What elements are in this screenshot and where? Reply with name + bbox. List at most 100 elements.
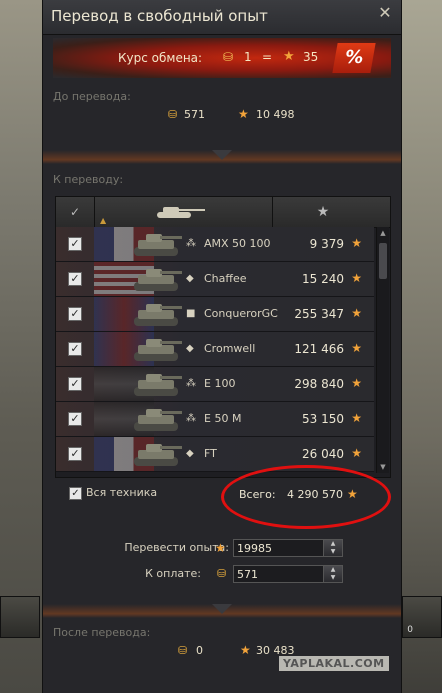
to-transfer-label: К переводу: — [53, 173, 124, 186]
vehicle-class-icon: ◆ — [186, 273, 194, 284]
vehicle-xp: 121 466 — [294, 342, 344, 356]
section-divider — [43, 150, 401, 164]
before-transfer-label: До перевода: — [53, 90, 131, 103]
watermark: YAPLAKAL.COM — [279, 656, 389, 671]
table-scrollbar[interactable]: ▲ ▼ — [376, 227, 389, 473]
gold-icon: ⛁ — [223, 50, 234, 64]
vehicle-xp: 298 840 — [294, 377, 344, 391]
free-xp-icon: ★ — [215, 541, 226, 555]
row-checkbox[interactable]: ✓ — [68, 342, 82, 356]
dialog-titlebar: Перевод в свободный опыт ✕ — [43, 0, 401, 35]
background-left — [0, 0, 42, 693]
stepper-arrows-icon[interactable]: ▲ ▼ — [323, 540, 342, 556]
vehicle-name: Chaffee — [204, 272, 247, 285]
xp-star-icon: ★ — [351, 236, 362, 250]
row-checkbox[interactable]: ✓ — [68, 307, 82, 321]
vehicle-xp: 53 150 — [302, 412, 344, 426]
table-row[interactable]: ✓ ⁂ E 50 M 53 150 ★ — [56, 402, 374, 437]
vehicle-class-icon: ◆ — [186, 448, 194, 459]
vehicle-name: Cromwell — [204, 342, 256, 355]
vehicle-xp: 255 347 — [294, 307, 344, 321]
after-transfer-label: После перевода: — [53, 626, 151, 639]
section-divider — [43, 604, 401, 618]
select-column-header[interactable]: ✓ — [56, 197, 95, 227]
background-vehicle-slot-right: 0 — [402, 596, 442, 638]
row-checkbox[interactable]: ✓ — [68, 412, 82, 426]
exchange-rate-label: Курс обмена: — [118, 51, 203, 65]
row-checkbox[interactable]: ✓ — [68, 237, 82, 251]
xp-column-header[interactable]: ★ — [273, 197, 373, 227]
table-row[interactable]: ✓ ◆ Cromwell 121 466 ★ — [56, 332, 374, 367]
exchange-rate-banner: Курс обмена: ⛁ 1 = ★ 35 % — [53, 38, 391, 78]
scroll-up-icon[interactable]: ▲ — [377, 227, 389, 239]
xp-amount-stepper[interactable]: ▲▼ — [233, 539, 343, 557]
free-xp-icon: ★ — [240, 643, 251, 657]
before-gold-value: 571 — [184, 108, 205, 121]
payment-label: К оплате: — [145, 567, 201, 580]
before-xp-value: 10 498 — [256, 108, 295, 121]
row-checkbox[interactable]: ✓ — [68, 447, 82, 461]
gold-icon: ⛁ — [168, 108, 178, 121]
xp-star-icon: ★ — [351, 306, 362, 320]
table-row[interactable]: ✓ ■ ConquerorGC 255 347 ★ — [56, 297, 374, 332]
sort-arrow-icon: ▲ — [100, 216, 107, 225]
table-row[interactable]: ✓ ⁂ AMX 50 100 9 379 ★ — [56, 227, 374, 262]
tank-image-icon — [134, 304, 182, 326]
vehicle-class-icon: ⁂ — [186, 238, 196, 249]
background-right — [402, 0, 442, 693]
stepper-arrows-icon[interactable]: ▲ ▼ — [323, 566, 342, 582]
tank-image-icon — [134, 444, 182, 466]
table-row[interactable]: ✓ ⁂ E 100 298 840 ★ — [56, 367, 374, 402]
gold-icon: ⛁ — [217, 567, 227, 580]
payment-input[interactable] — [237, 566, 321, 582]
checkbox-icon[interactable]: ✓ — [69, 487, 82, 500]
all-vehicles-label: Вся техника — [86, 486, 158, 499]
free-xp-icon: ★ — [283, 49, 295, 64]
xp-star-icon: ★ — [351, 446, 362, 460]
tank-icon — [157, 207, 205, 218]
vehicle-xp: 9 379 — [309, 237, 344, 251]
gold-icon: ⛁ — [178, 644, 188, 657]
row-checkbox[interactable]: ✓ — [68, 377, 82, 391]
rate-gold-value: 1 — [244, 50, 252, 64]
tank-image-icon — [134, 374, 182, 396]
vehicle-name: ConquerorGC — [204, 307, 278, 320]
payment-stepper[interactable]: ▲▼ — [233, 565, 343, 583]
xp-star-icon: ★ — [351, 411, 362, 425]
tank-image-icon — [134, 409, 182, 431]
vehicle-class-icon: ⁂ — [186, 413, 196, 424]
vehicle-name: E 50 M — [204, 412, 242, 425]
background-vehicle-slot-left — [0, 596, 40, 638]
vehicle-name: FT — [204, 447, 217, 460]
tank-image-icon — [134, 234, 182, 256]
vehicle-xp-table: ✓ ▲ ★ ✓ ⁂ AMX 50 100 9 379 ★ ✓ ◆ Chaffee 15 240 ★… — [55, 196, 391, 478]
rate-xp-value: 35 — [303, 50, 319, 64]
vehicle-class-icon: ◆ — [186, 343, 194, 354]
xp-star-icon: ★ — [351, 376, 362, 390]
rate-equals: = — [262, 50, 273, 64]
table-row[interactable]: ✓ ◆ Chaffee 15 240 ★ — [56, 262, 374, 297]
xp-star-icon: ★ — [351, 271, 362, 285]
table-header: ✓ ▲ ★ — [56, 197, 390, 228]
after-gold-value: 0 — [196, 644, 203, 657]
scrollbar-thumb[interactable] — [379, 243, 387, 279]
tank-image-icon — [134, 339, 182, 361]
background-slot-count: 0 — [407, 625, 413, 635]
discount-percent-badge[interactable]: % — [332, 43, 376, 73]
vehicle-xp: 26 040 — [302, 447, 344, 461]
vehicle-xp: 15 240 — [302, 272, 344, 286]
xp-star-icon: ★ — [351, 341, 362, 355]
vehicle-class-icon: ■ — [186, 308, 196, 319]
close-icon[interactable]: ✕ — [377, 5, 393, 21]
xp-amount-input[interactable] — [237, 540, 321, 556]
xp-amount-label: Перевести опыта: — [124, 541, 229, 554]
row-checkbox[interactable]: ✓ — [68, 272, 82, 286]
vehicle-name: AMX 50 100 — [204, 237, 271, 250]
scroll-down-icon[interactable]: ▼ — [377, 461, 389, 473]
exchange-dialog: Перевод в свободный опыт ✕ Курс обмена: … — [42, 0, 402, 693]
dialog-title: Перевод в свободный опыт — [51, 7, 268, 25]
tank-image-icon — [134, 269, 182, 291]
vehicle-class-icon: ⁂ — [186, 378, 196, 389]
vehicle-column-header[interactable]: ▲ — [95, 197, 273, 227]
annotation-circle — [221, 465, 391, 529]
